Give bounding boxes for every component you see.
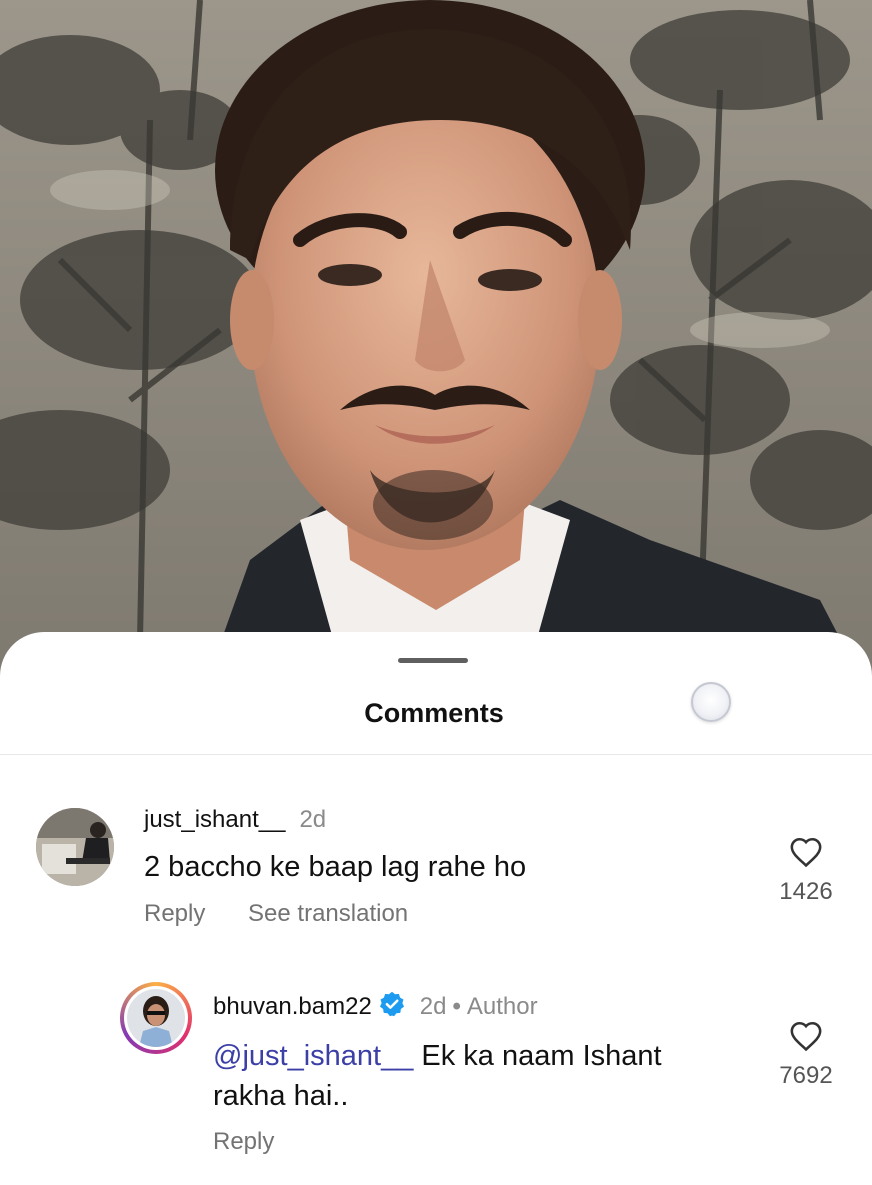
- like-control: 7692: [766, 1020, 846, 1090]
- reply-item: bhuvan.bam22 2d • Author @just_ishant__ Ek…: [0, 632, 872, 1185]
- mention-link[interactable]: @just_ishant__: [213, 1040, 413, 1072]
- reply-button[interactable]: Reply: [213, 1128, 274, 1155]
- author-label: Author: [466, 993, 538, 1020]
- reply-text-line2: rakha hai..: [213, 1080, 349, 1112]
- like-count: 7692: [779, 1062, 833, 1089]
- reply-text-line1: Ek ka naam Ishant: [413, 1040, 662, 1072]
- reply-text: @just_ishant__ Ek ka naam Ishant rakha h…: [213, 1036, 733, 1116]
- author-username[interactable]: bhuvan.bam22: [213, 993, 372, 1020]
- separator-dot: •: [452, 993, 461, 1020]
- timestamp: 2d: [419, 993, 447, 1020]
- comments-sheet: Comments just_ishant__ 2d 2 baccho ke baa…: [0, 632, 872, 1185]
- author-avatar[interactable]: [120, 982, 192, 1054]
- reply-meta: bhuvan.bam22 2d • Author: [213, 990, 538, 1021]
- reel-video[interactable]: [0, 0, 872, 700]
- video-frame-illustration: [0, 0, 872, 700]
- verified-badge-icon: [379, 991, 404, 1017]
- author-photo-icon: [127, 989, 185, 1047]
- reply-actions: Reply: [213, 1128, 274, 1156]
- heart-outline-icon[interactable]: [789, 1020, 823, 1052]
